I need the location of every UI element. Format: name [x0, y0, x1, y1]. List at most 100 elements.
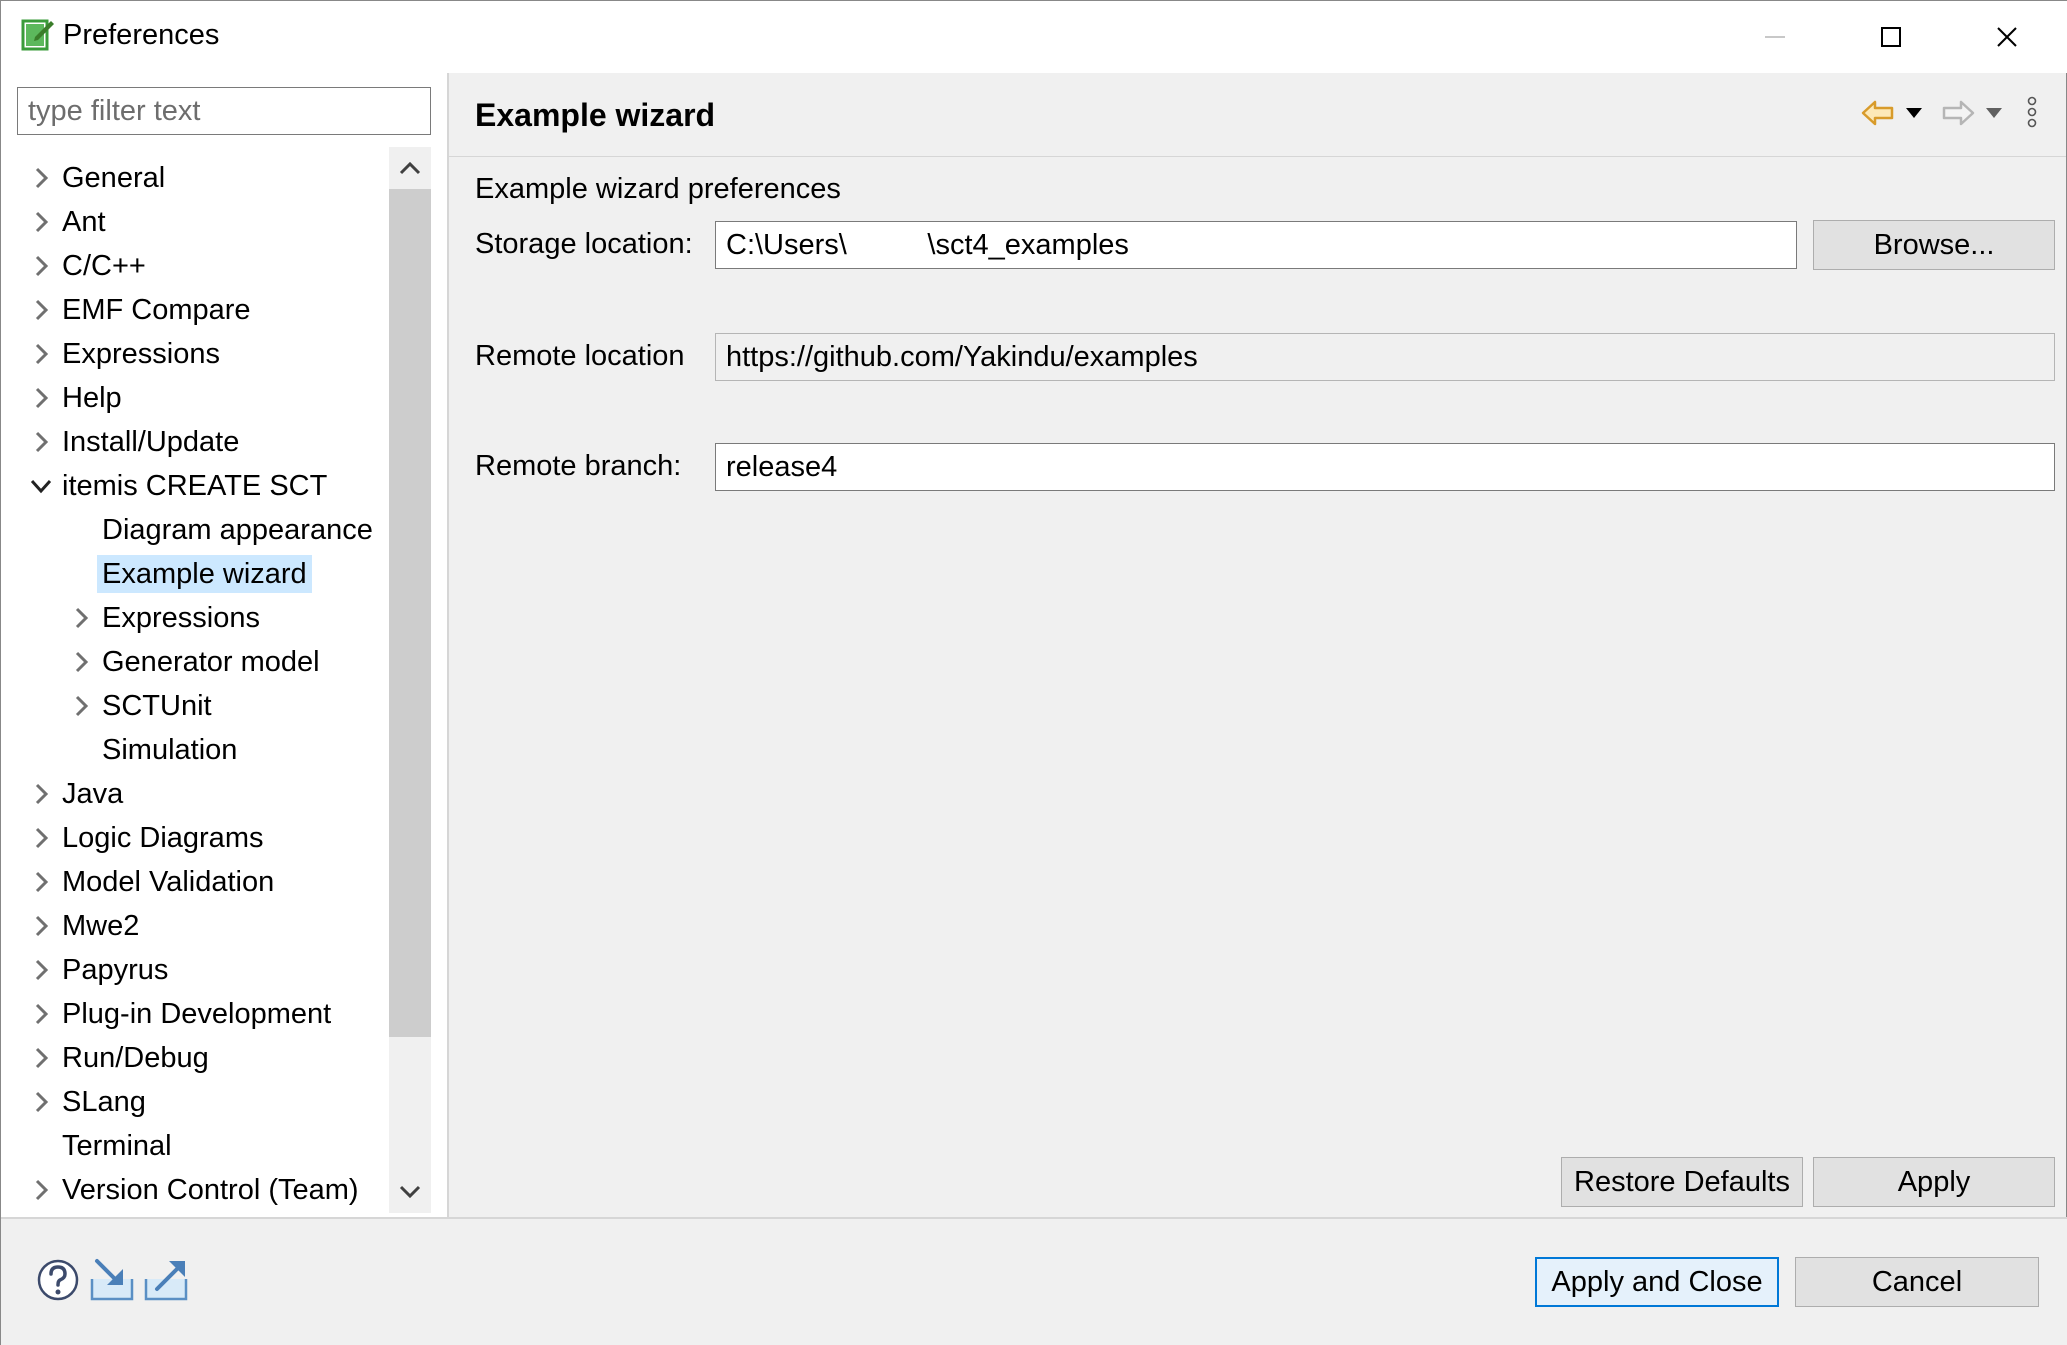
- view-menu-icon[interactable]: [2025, 93, 2039, 131]
- tree-item[interactable]: itemis CREATE SCT: [1, 465, 389, 507]
- browse-button[interactable]: Browse...: [1813, 220, 2055, 270]
- tree-item-label: Logic Diagrams: [62, 822, 264, 854]
- chevron-right-icon[interactable]: [27, 1043, 55, 1073]
- filter-input[interactable]: [17, 87, 431, 135]
- tree-item[interactable]: Model Validation: [1, 861, 389, 903]
- tree-item[interactable]: Install/Update: [1, 421, 389, 463]
- back-dropdown-icon[interactable]: [1905, 107, 1923, 119]
- chevron-right-icon[interactable]: [27, 1087, 55, 1117]
- tree-item-label: Model Validation: [62, 866, 275, 898]
- tree-item-label: EMF Compare: [62, 294, 251, 326]
- tree-item-label: General: [62, 162, 166, 194]
- chevron-right-icon[interactable]: [27, 251, 55, 281]
- tree-item-label: Papyrus: [62, 954, 169, 986]
- tree-item-label: Install/Update: [62, 426, 240, 458]
- window-title: Preferences: [63, 19, 220, 51]
- tree-item-label: itemis CREATE SCT: [62, 470, 328, 502]
- chevron-right-icon[interactable]: [27, 295, 55, 325]
- tree-item-label: Help: [62, 382, 122, 414]
- scroll-up-icon[interactable]: [389, 147, 431, 189]
- chevron-right-icon[interactable]: [27, 999, 55, 1029]
- chevron-down-icon[interactable]: [27, 471, 55, 501]
- tree-item-label: Ant: [62, 206, 106, 238]
- cancel-button[interactable]: Cancel: [1795, 1257, 2039, 1307]
- chevron-right-icon[interactable]: [27, 163, 55, 193]
- tree-item[interactable]: Plug-in Development: [1, 993, 389, 1035]
- chevron-right-icon[interactable]: [67, 603, 95, 633]
- tree-item-label: Run/Debug: [62, 1042, 209, 1074]
- chevron-right-icon[interactable]: [27, 955, 55, 985]
- remote-location-input: [715, 333, 2055, 381]
- section-label: Example wizard preferences: [475, 173, 841, 205]
- chevron-right-icon[interactable]: [27, 383, 55, 413]
- tree-item[interactable]: Terminal: [1, 1125, 389, 1167]
- tree-item[interactable]: SLang: [1, 1081, 389, 1123]
- tree-item[interactable]: Diagram appearance: [1, 509, 389, 551]
- chevron-right-icon[interactable]: [27, 1175, 55, 1205]
- tree-scrollbar[interactable]: [389, 147, 431, 1213]
- tree-item-label: Example wizard: [97, 555, 312, 593]
- forward-dropdown-icon[interactable]: [1985, 107, 2003, 119]
- tree-item[interactable]: Run/Debug: [1, 1037, 389, 1079]
- tree-item[interactable]: Help: [1, 377, 389, 419]
- preference-page: Example wizard Example wizard preference…: [449, 73, 2066, 1217]
- tree-item[interactable]: Logic Diagrams: [1, 817, 389, 859]
- back-arrow-icon[interactable]: [1861, 99, 1895, 127]
- chevron-right-icon[interactable]: [27, 867, 55, 897]
- chevron-right-icon[interactable]: [27, 823, 55, 853]
- header-separator: [449, 156, 2066, 157]
- tree-item[interactable]: Example wizard: [1, 553, 389, 595]
- tree-item-label: Plug-in Development: [62, 998, 332, 1030]
- chevron-right-icon[interactable]: [67, 691, 95, 721]
- tree-item[interactable]: EMF Compare: [1, 289, 389, 331]
- minimize-icon: [1765, 36, 1785, 38]
- restore-defaults-button[interactable]: Restore Defaults: [1561, 1157, 1803, 1207]
- remote-branch-label: Remote branch:: [475, 450, 682, 482]
- remote-branch-input[interactable]: [715, 443, 2055, 491]
- chevron-right-icon[interactable]: [27, 779, 55, 809]
- preference-tree: General Ant C/C++ EMF Compare Expressions Hel…: [1, 147, 389, 1213]
- tree-item[interactable]: Expressions: [1, 597, 389, 639]
- export-icon[interactable]: [143, 1257, 189, 1303]
- tree-item[interactable]: Expressions: [1, 333, 389, 375]
- chevron-right-icon[interactable]: [27, 207, 55, 237]
- import-icon[interactable]: [89, 1257, 135, 1303]
- tree-item-label: Expressions: [62, 338, 220, 370]
- preference-tree-pane: General Ant C/C++ EMF Compare Expressions Hel…: [1, 73, 447, 1217]
- tree-item[interactable]: Papyrus: [1, 949, 389, 991]
- tree-item[interactable]: SCTUnit: [1, 685, 389, 727]
- title-bar: Preferences: [1, 1, 2067, 73]
- maximize-icon: [1881, 27, 1901, 47]
- page-title: Example wizard: [475, 97, 716, 133]
- tree-item-label: Simulation: [102, 734, 238, 766]
- storage-location-label: Storage location:: [475, 228, 693, 260]
- chevron-right-icon[interactable]: [27, 427, 55, 457]
- apply-and-close-button[interactable]: Apply and Close: [1535, 1257, 1779, 1307]
- tree-item-label: Mwe2: [62, 910, 140, 942]
- tree-item[interactable]: C/C++: [1, 245, 389, 287]
- chevron-right-icon[interactable]: [27, 911, 55, 941]
- forward-arrow-icon[interactable]: [1941, 99, 1975, 127]
- tree-item-label: SLang: [62, 1086, 146, 1118]
- close-button[interactable]: [1949, 1, 2065, 73]
- minimize-button[interactable]: [1717, 1, 1833, 73]
- apply-button[interactable]: Apply: [1813, 1157, 2055, 1207]
- help-icon[interactable]: [35, 1257, 81, 1303]
- storage-location-input[interactable]: [715, 221, 1797, 269]
- tree-item[interactable]: General: [1, 157, 389, 199]
- chevron-right-icon[interactable]: [27, 339, 55, 369]
- maximize-button[interactable]: [1833, 1, 1949, 73]
- tree-item[interactable]: Generator model: [1, 641, 389, 683]
- tree-item[interactable]: Simulation: [1, 729, 389, 771]
- tree-item-label: C/C++: [62, 250, 146, 282]
- tree-item[interactable]: Ant: [1, 201, 389, 243]
- tree-item[interactable]: Java: [1, 773, 389, 815]
- tree-item-label: Java: [62, 778, 124, 810]
- tree-item[interactable]: Version Control (Team): [1, 1169, 389, 1211]
- scrollbar-thumb[interactable]: [389, 189, 431, 1037]
- chevron-right-icon[interactable]: [67, 647, 95, 677]
- tree-item[interactable]: Mwe2: [1, 905, 389, 947]
- close-icon: [1997, 27, 2017, 47]
- preferences-window: Preferences General Ant C/C++ EMF Compare Ex…: [0, 0, 2067, 1345]
- scroll-down-icon[interactable]: [389, 1171, 431, 1213]
